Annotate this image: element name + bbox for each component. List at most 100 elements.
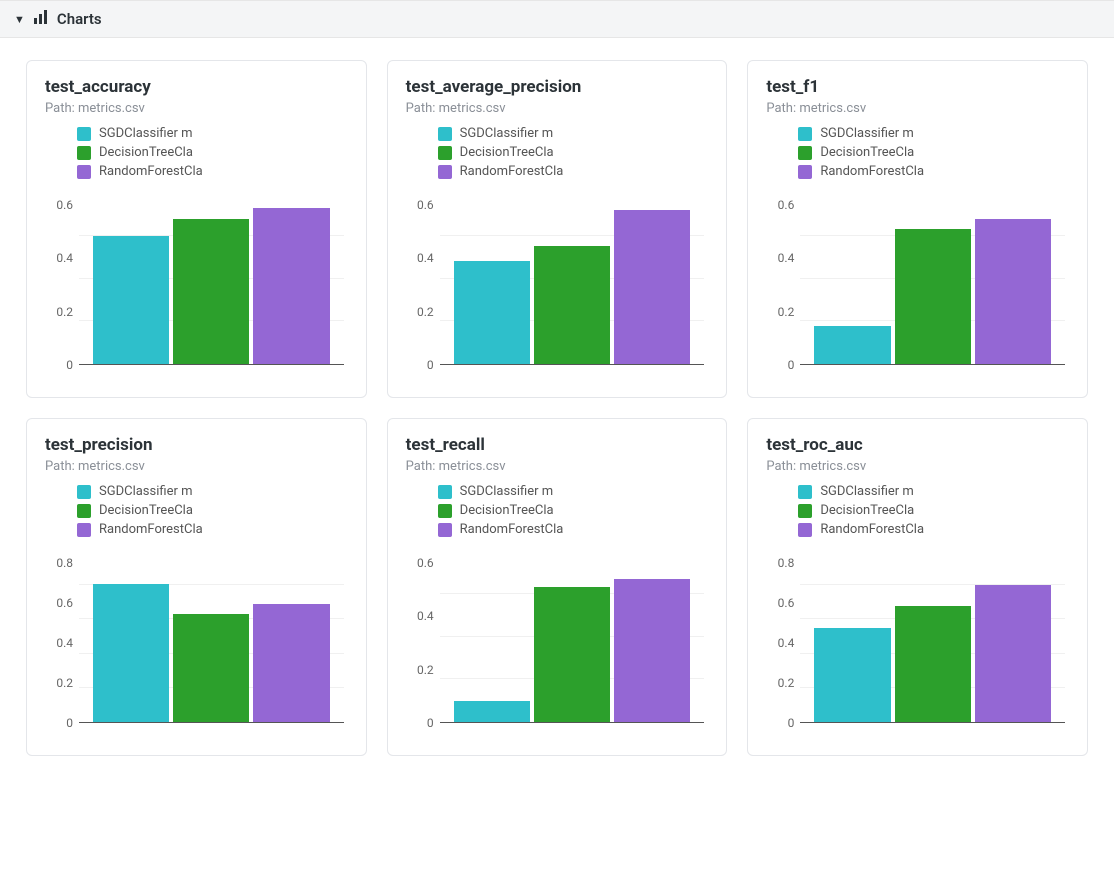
bar[interactable] — [975, 219, 1051, 364]
plot-area: 00.20.40.6 — [406, 551, 709, 741]
legend-item[interactable]: RandomForestCla — [438, 522, 709, 537]
legend-swatch — [77, 504, 91, 518]
bar[interactable] — [534, 587, 610, 722]
legend-item[interactable]: SGDClassifier m — [77, 126, 348, 141]
legend-label: SGDClassifier m — [820, 126, 914, 141]
legend-swatch — [798, 523, 812, 537]
bar[interactable] — [975, 585, 1051, 722]
legend-label: RandomForestCla — [99, 164, 203, 179]
bar[interactable] — [614, 579, 690, 722]
y-tick: 0 — [406, 717, 434, 729]
legend-item[interactable]: SGDClassifier m — [77, 484, 348, 499]
chart-card[interactable]: test_average_precision Path: metrics.csv S… — [387, 60, 728, 398]
y-tick: 0.8 — [45, 557, 73, 569]
legend-item[interactable]: SGDClassifier m — [438, 126, 709, 141]
charts-grid: test_accuracy Path: metrics.csv SGDClassif… — [0, 38, 1114, 778]
chart-card[interactable]: test_precisionPath: metrics.csvSGDClassi… — [26, 418, 367, 756]
bar[interactable] — [814, 326, 890, 364]
bar[interactable] — [93, 236, 169, 364]
bar[interactable] — [895, 606, 971, 722]
bar[interactable] — [253, 604, 329, 722]
legend-label: DecisionTreeCla — [99, 503, 193, 518]
chart-card[interactable]: test_accuracy Path: metrics.csv SGDClassif… — [26, 60, 367, 398]
bar[interactable] — [534, 246, 610, 364]
chart-path: Path: metrics.csv — [45, 101, 348, 116]
y-axis: 00.20.40.6 — [766, 193, 794, 365]
legend-item[interactable]: DecisionTreeCla — [77, 145, 348, 160]
legend-item[interactable]: RandomForestCla — [77, 522, 348, 537]
legend-swatch — [798, 485, 812, 499]
legend-label: DecisionTreeCla — [99, 145, 193, 160]
legend-label: DecisionTreeCla — [820, 145, 914, 160]
legend-item[interactable]: DecisionTreeCla — [438, 145, 709, 160]
legend-item[interactable]: RandomForestCla — [438, 164, 709, 179]
chart-legend: SGDClassifier m DecisionTreeCla RandomFore… — [45, 484, 348, 537]
chart-title: test_average_precision — [406, 77, 709, 97]
bars-region — [79, 551, 344, 723]
legend-swatch — [77, 127, 91, 141]
y-tick: 0.4 — [406, 252, 434, 264]
chart-title: test_accuracy — [45, 77, 348, 97]
y-tick: 0.8 — [766, 557, 794, 569]
legend-label: DecisionTreeCla — [820, 503, 914, 518]
y-tick: 0 — [45, 717, 73, 729]
legend-item[interactable]: RandomForestCla — [77, 164, 348, 179]
plot-area: 00.20.40.6 — [406, 193, 709, 383]
bars-row — [440, 193, 705, 364]
legend-item[interactable]: SGDClassifier m — [798, 484, 1069, 499]
legend-item[interactable]: DecisionTreeCla — [798, 503, 1069, 518]
legend-label: SGDClassifier m — [820, 484, 914, 499]
bar[interactable] — [454, 261, 530, 364]
y-tick: 0.6 — [45, 597, 73, 609]
bar-chart-icon — [33, 9, 49, 29]
legend-swatch — [438, 504, 452, 518]
bar[interactable] — [173, 614, 249, 722]
legend-label: RandomForestCla — [460, 522, 564, 537]
y-tick: 0.4 — [766, 252, 794, 264]
legend-swatch — [438, 165, 452, 179]
legend-item[interactable]: DecisionTreeCla — [77, 503, 348, 518]
bar[interactable] — [814, 628, 890, 722]
y-tick: 0.6 — [45, 199, 73, 211]
legend-item[interactable]: SGDClassifier m — [438, 484, 709, 499]
y-tick: 0.4 — [45, 252, 73, 264]
bars-region — [800, 193, 1065, 365]
chart-title: test_f1 — [766, 77, 1069, 97]
legend-swatch — [798, 504, 812, 518]
bar[interactable] — [173, 219, 249, 364]
chart-path: Path: metrics.csv — [406, 101, 709, 116]
legend-label: DecisionTreeCla — [460, 503, 554, 518]
bars-row — [800, 551, 1065, 722]
legend-swatch — [438, 523, 452, 537]
bar[interactable] — [614, 210, 690, 364]
legend-label: RandomForestCla — [820, 522, 924, 537]
y-tick: 0.6 — [406, 557, 434, 569]
legend-swatch — [77, 165, 91, 179]
legend-item[interactable]: DecisionTreeCla — [438, 503, 709, 518]
bar[interactable] — [93, 584, 169, 723]
legend-item[interactable]: RandomForestCla — [798, 522, 1069, 537]
legend-swatch — [77, 485, 91, 499]
bars-region — [440, 193, 705, 365]
chart-title: test_precision — [45, 435, 348, 455]
plot-area: 00.20.40.6 — [45, 193, 348, 383]
chart-card[interactable]: test_f1 Path: metrics.csv SGDClassifier m D… — [747, 60, 1088, 398]
legend-item[interactable]: RandomForestCla — [798, 164, 1069, 179]
bar[interactable] — [895, 229, 971, 364]
legend-swatch — [438, 127, 452, 141]
chart-card[interactable]: test_recallPath: metrics.csvSGDClassifie… — [387, 418, 728, 756]
legend-swatch — [77, 523, 91, 537]
chart-legend: SGDClassifier m DecisionTreeCla RandomFore… — [45, 126, 348, 179]
legend-label: DecisionTreeCla — [460, 145, 554, 160]
bar[interactable] — [253, 208, 329, 364]
charts-section-header[interactable]: ▼ Charts — [0, 0, 1114, 38]
chart-legend: SGDClassifier m DecisionTreeCla RandomFore… — [406, 126, 709, 179]
y-tick: 0.6 — [406, 199, 434, 211]
chart-path: Path: metrics.csv — [766, 101, 1069, 116]
legend-item[interactable]: SGDClassifier m — [798, 126, 1069, 141]
legend-item[interactable]: DecisionTreeCla — [798, 145, 1069, 160]
y-tick: 0.2 — [766, 677, 794, 689]
bar[interactable] — [454, 701, 530, 722]
y-axis: 00.20.40.6 — [406, 551, 434, 723]
chart-card[interactable]: test_roc_aucPath: metrics.csvSGDClassifi… — [747, 418, 1088, 756]
